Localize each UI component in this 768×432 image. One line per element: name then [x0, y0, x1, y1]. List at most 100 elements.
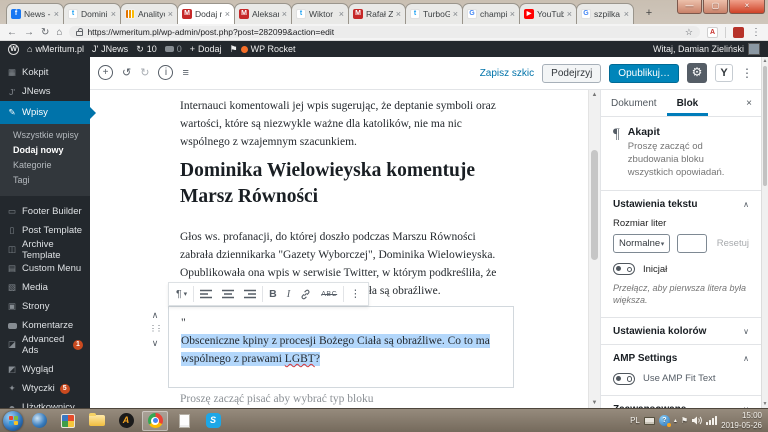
admin-bar-comments[interactable]: 0 [165, 44, 182, 54]
close-panel-icon[interactable]: × [737, 90, 761, 116]
sidebar-item-tagi[interactable]: Tagi [0, 173, 90, 188]
scrollbar-thumb[interactable] [591, 150, 598, 260]
tab-dokument[interactable]: Dokument [601, 90, 667, 116]
extension-icon[interactable] [733, 27, 744, 38]
window-minimize-button[interactable]: — [677, 0, 702, 14]
taskbar-app-paint[interactable] [55, 411, 81, 431]
language-indicator[interactable]: PL [630, 416, 640, 425]
misspelled-word[interactable]: LGBT [285, 352, 315, 366]
tab-close-icon[interactable]: × [111, 10, 116, 19]
scroll-up-icon[interactable]: ▲ [762, 58, 768, 64]
admin-bar-jnews[interactable]: J' JNews [92, 44, 128, 54]
keyboard-icon[interactable] [644, 417, 655, 425]
scroll-down-icon[interactable]: ▼ [762, 401, 768, 407]
link-button[interactable] [295, 283, 316, 305]
move-down-icon[interactable]: ∨ [146, 336, 164, 350]
taskbar-app-skype[interactable]: S [200, 411, 226, 431]
tab-close-icon[interactable]: × [396, 10, 401, 19]
selected-paragraph-block[interactable]: " Obsceniczne kpiny z procesji Bożego Ci… [168, 306, 514, 388]
browser-tab-rafal[interactable]: M Rafał Zi × [348, 3, 406, 24]
section-text-settings[interactable]: Ustawienia tekstu ∧ [601, 191, 761, 217]
editor-scrollbar[interactable]: ▲ ▼ [588, 90, 600, 408]
align-center-button[interactable] [217, 283, 239, 305]
tab-close-icon[interactable]: × [453, 10, 458, 19]
font-size-select[interactable]: Normalne ▾ [613, 234, 670, 253]
drop-cap-toggle[interactable] [613, 263, 635, 275]
window-maximize-button[interactable]: ▢ [703, 0, 728, 14]
outline-icon[interactable]: ≡ [182, 67, 188, 79]
network-icon[interactable] [706, 416, 717, 425]
tab-close-icon[interactable]: × [225, 10, 230, 19]
browser-tab-google-2[interactable]: G szpilka × [576, 3, 634, 24]
align-right-button[interactable] [239, 283, 261, 305]
sidebar-item-footer-builder[interactable]: ▭ Footer Builder [0, 202, 90, 221]
sidebar-item-komentarze[interactable]: Komentarze [0, 316, 90, 335]
tab-close-icon[interactable]: × [567, 10, 572, 19]
taskbar-app-globe[interactable] [26, 411, 52, 431]
tab-close-icon[interactable]: × [282, 10, 287, 19]
admin-bar-wp-rocket[interactable]: ⚑ WP Rocket [230, 44, 296, 55]
tab-close-icon[interactable]: × [54, 10, 59, 19]
add-block-icon[interactable]: + [98, 65, 113, 80]
hidden-icons-caret[interactable]: ▴ [674, 417, 677, 424]
settings-gear-icon[interactable]: ⚙ [687, 63, 707, 83]
font-size-number-input[interactable] [677, 234, 707, 253]
reload-icon[interactable]: ↻ [41, 27, 49, 38]
sidebar-item-archive-template[interactable]: ◫ Archive Template [0, 240, 90, 259]
more-options-icon[interactable]: ⋮ [741, 66, 753, 80]
sidebar-item-wszystkie-wpisy[interactable]: Wszystkie wpisy [0, 128, 90, 143]
new-tab-button[interactable]: + [638, 6, 660, 21]
sidebar-item-custom-menu[interactable]: ▤ Custom Menu [0, 259, 90, 278]
help-icon[interactable]: ? [659, 415, 670, 426]
preview-button[interactable]: Podejrzyj [542, 64, 601, 83]
sidebar-item-media[interactable]: ▧ Media [0, 278, 90, 297]
browser-tab-youtube[interactable]: ▶ YouTub × [519, 3, 577, 24]
scrollbar-thumb[interactable] [763, 66, 767, 186]
post-paragraph[interactable]: Internauci komentowali jej wpis sugerują… [180, 97, 502, 151]
address-bar[interactable]: https://wmeritum.pl/wp-admin/post.php?po… [69, 26, 700, 38]
volume-icon[interactable] [692, 416, 702, 425]
browser-menu-icon[interactable]: ⋮ [751, 27, 761, 38]
post-heading[interactable]: Dominika Wielowieyska komentuje Marsz Ró… [180, 158, 510, 210]
strikethrough-button[interactable]: ABC [316, 283, 342, 305]
editor-canvas[interactable]: Internauci komentowali jej wpis sugerują… [90, 90, 588, 408]
action-center-flag-icon[interactable]: ⚑ [681, 416, 688, 425]
move-up-icon[interactable]: ∧ [146, 308, 164, 322]
redo-icon[interactable]: ↻ [140, 66, 149, 79]
paragraph-type-button[interactable]: ¶ ▾ [171, 283, 192, 305]
sidebar-item-kokpit[interactable]: ▦ Kokpit [0, 63, 90, 82]
sidebar-item-strony[interactable]: ▣ Strony [0, 297, 90, 316]
bold-button[interactable]: B [264, 283, 282, 305]
sidebar-item-kategorie[interactable]: Kategorie [0, 158, 90, 173]
tab-blok[interactable]: Blok [667, 90, 709, 116]
sidebar-item-post-template[interactable]: ▯ Post Template [0, 221, 90, 240]
browser-tab-twitter-1[interactable]: t Domini × [63, 3, 121, 24]
tab-close-icon[interactable]: × [624, 10, 629, 19]
sidebar-item-wpisy[interactable]: ✎ Wpisy [0, 101, 90, 124]
sidebar-item-wtyczki[interactable]: ✦ Wtyczki 5 [0, 379, 90, 398]
section-amp-settings[interactable]: AMP Settings ∧ [601, 344, 761, 371]
forward-icon[interactable]: → [24, 27, 34, 38]
browser-tab-analytics[interactable]: Analityc × [120, 3, 178, 24]
italic-button[interactable]: I [282, 283, 296, 305]
page-scrollbar[interactable]: ▲ ▼ [761, 57, 768, 408]
amp-fit-text-toggle[interactable] [613, 373, 635, 385]
admin-bar-site-link[interactable]: ⌂ wMeritum.pl [27, 44, 84, 54]
section-color-settings[interactable]: Ustawienia kolorów ∨ [601, 317, 761, 344]
publish-button[interactable]: Opublikuj… [609, 64, 679, 83]
browser-tab-twitter-2[interactable]: t Wiktor × [291, 3, 349, 24]
taskbar-app-aimp[interactable]: A [113, 411, 139, 431]
sidebar-item-dodaj-nowy[interactable]: Dodaj nowy [0, 143, 90, 158]
sidebar-item-jnews[interactable]: J' JNews [0, 82, 90, 101]
browser-tab-active-dodaj[interactable]: M Dodaj n × [177, 3, 235, 24]
taskbar-app-notepad[interactable] [171, 411, 197, 431]
yoast-icon[interactable]: Y [715, 64, 733, 82]
browser-tab-twitter-3[interactable]: t TurboG × [405, 3, 463, 24]
admin-bar-new[interactable]: + Dodaj [190, 44, 222, 54]
info-icon[interactable]: i [158, 65, 173, 80]
window-close-button[interactable]: × [729, 0, 765, 14]
taskbar-clock[interactable]: 15:00 2019-05-26 [721, 411, 762, 431]
selected-text[interactable]: Obsceniczne kpiny z procesji Bożego Ciał… [181, 334, 490, 366]
taskbar-app-chrome[interactable] [142, 411, 168, 431]
admin-bar-updates[interactable]: ↻ 10 [136, 44, 157, 55]
